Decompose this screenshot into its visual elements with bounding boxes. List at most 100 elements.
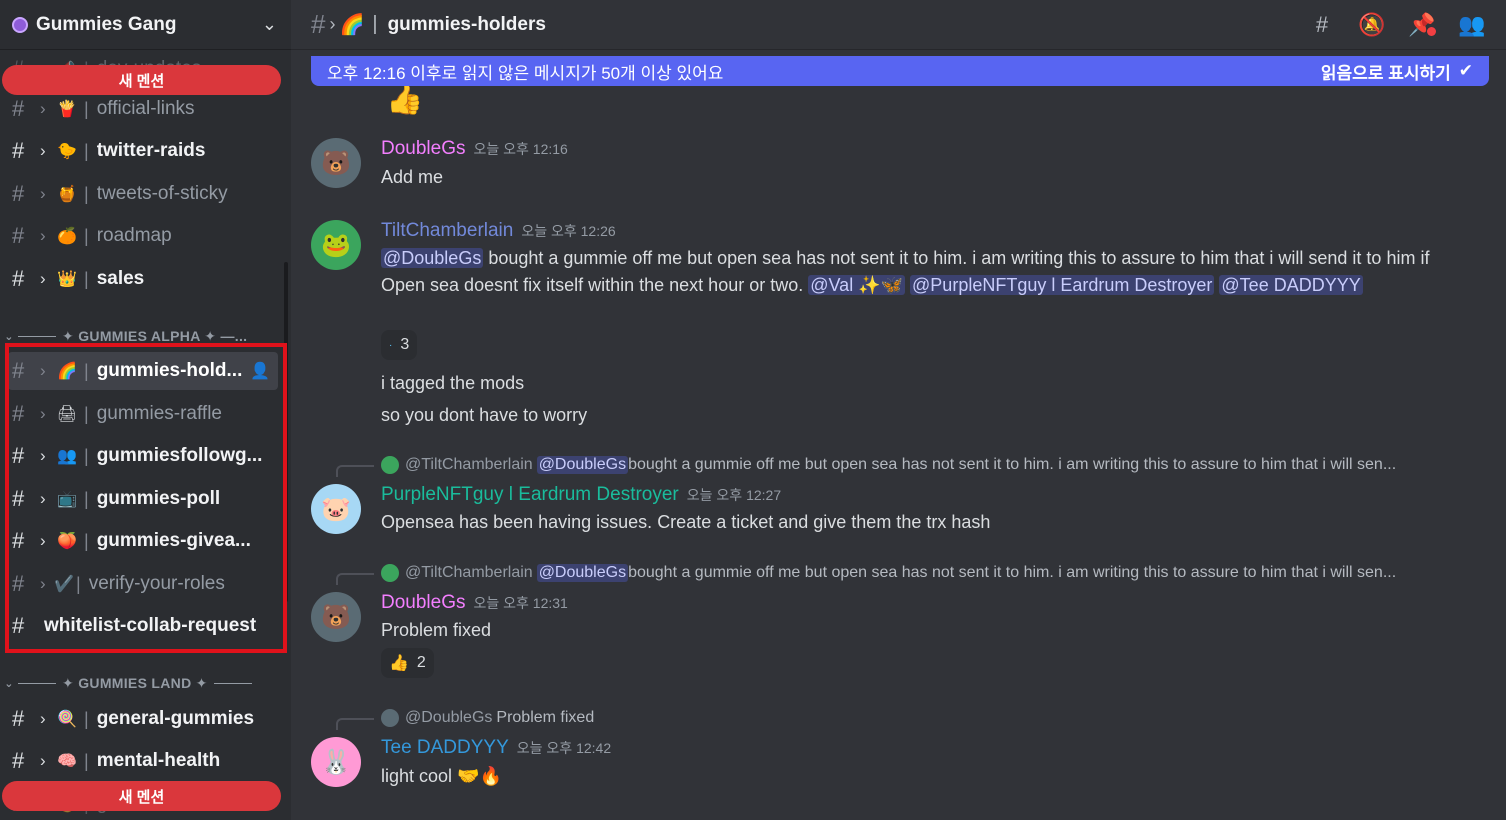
mark-read-icon: ✔ [1458,61,1473,80]
mute-bell-icon[interactable]: 🔕 [1358,11,1386,39]
channel-label: official-links [96,98,195,119]
reply-author[interactable]: @TiltChamberlain [405,564,533,582]
message-author[interactable]: Tee DADDYYY 오늘 오후 12:42 [381,737,611,759]
message-author[interactable]: DoubleGs 오늘 오후 12:16 [381,138,568,160]
channel-sales[interactable]: # › 👑 | sales [8,260,278,298]
channel-verify-your-roles[interactable]: # › ✔️ | verify-your-roles [8,565,278,603]
user-mention[interactable]: @DoubleGs [536,456,629,474]
channel-gummies-poll[interactable]: # › 📺 | gummies-poll [8,480,278,518]
message-text: @DoubleGs bought a gummie off me but ope… [381,245,1461,299]
hash-icon: # [12,443,25,468]
thread-arrow-icon: › [40,269,46,288]
add-member-icon[interactable]: 👤 [250,361,270,381]
reply-preview[interactable]: @TiltChamberlain @DoubleGs bought a gumm… [381,456,1396,474]
new-mentions-pill-top[interactable]: 새 멘션 [2,65,281,95]
user-mention[interactable]: @DoubleGs [381,248,484,268]
channel-gummies-giveaway[interactable]: # › 🍑 | gummies-givea... [8,522,278,560]
channel-mental-health[interactable]: # › 🧠 | mental-health [8,742,278,780]
pin-badge [1427,26,1436,36]
channel-gummies-raffle[interactable]: # › 🖨 | gummies-raffle [8,395,278,433]
thread-arrow-icon: › [40,574,46,593]
author-name[interactable]: DoubleGs [381,592,466,613]
author-name[interactable]: Tee DADDYYY [381,737,509,758]
thread-arrow-icon: › [40,184,46,203]
thread-arrow-icon: › [40,709,46,728]
user-mention[interactable]: @PurpleNFTguy l Eardrum Destroyer [910,275,1215,295]
reply-author[interactable]: @DoubleGs [405,709,492,727]
mark-as-read-button[interactable]: 읽음으로 표시하기 ✔ [1321,59,1473,84]
channel-official-links[interactable]: # › 🍟 | official-links [8,90,278,128]
user-mention[interactable]: @Val ✨🦋 [808,275,906,295]
channel-label: gummies-givea... [96,530,251,551]
chevron-down-icon[interactable]: ⌄ [262,14,277,35]
message-text: so you dont have to worry [381,405,588,425]
channel-gummiesfollowg[interactable]: # › 👥 | gummiesfollowg... [8,437,278,475]
message-author[interactable]: DoubleGs 오늘 오후 12:31 [381,592,568,614]
channel-tweets-of-sticky[interactable]: # › 🍯 | tweets-of-sticky [8,175,278,213]
reply-author[interactable]: @TiltChamberlain [405,456,533,474]
pin-icon[interactable]: 📌 [1408,11,1436,39]
reaction-chip[interactable]: · 3 [381,330,418,360]
category-gummies-land[interactable]: ⌄ ✦ GUMMIES LAND ✦ [0,671,291,695]
hash-icon: # [311,9,326,39]
hash-icon: # [12,571,25,596]
category-label: ✦ GUMMIES ALPHA ✦ —... [62,327,248,344]
message-author[interactable]: PurpleNFTguy l Eardrum Destroyer 오늘 오후 12… [381,484,781,506]
author-name[interactable]: DoubleGs [381,138,466,159]
channel-twitter-raids[interactable]: # › 🐤 | twitter-raids [8,132,278,170]
reply-preview[interactable]: @TiltChamberlain @DoubleGs bought a gumm… [381,564,1396,582]
category-caret-icon: ⌄ [4,677,14,690]
thread-arrow-icon: › [40,489,46,508]
reply-preview[interactable]: @DoubleGs Problem fixed [381,709,594,727]
reply-connector [336,573,374,585]
channel-gummies-holders[interactable]: # › 🌈 | gummies-hold... 👤 [8,352,278,390]
channel-emoji: 🌈 [57,363,77,380]
channel-label: verify-your-roles [88,573,225,594]
reply-avatar [381,564,399,582]
separator: | [84,360,89,381]
channel-emoji: 🧠 [57,753,77,770]
channel-roadmap[interactable]: # › 🍊 | roadmap [8,217,278,255]
author-name[interactable]: PurpleNFTguy l Eardrum Destroyer [381,484,679,505]
channel-label: sales [96,268,145,289]
threads-icon[interactable]: # [1308,11,1336,39]
message-text: Opensea has been having issues. Create a… [381,512,991,532]
avatar[interactable]: 🐻 [311,592,361,642]
message-author[interactable]: TiltChamberlain 오늘 오후 12:26 [381,220,616,242]
unread-banner[interactable]: 오후 12:16 이후로 읽지 않은 메시지가 50개 이상 있어요 읽음으로 … [311,56,1489,86]
hash-icon: # [12,748,25,773]
channel-whitelist-collab-request[interactable]: # whitelist-collab-request [8,607,278,645]
category-label: ✦ GUMMIES LAND ✦ [62,674,208,691]
reply-avatar [381,709,399,727]
user-mention[interactable]: @DoubleGs [536,564,629,582]
divider [18,335,56,337]
reaction-chip[interactable]: 👍 2 [381,648,434,678]
server-header[interactable]: Gummies Gang ⌄ [0,0,291,50]
new-mentions-pill-bottom[interactable]: 새 멘션 [2,781,281,811]
members-icon[interactable]: 👥 [1458,11,1486,39]
timestamp: 오늘 오후 12:16 [473,141,568,157]
category-gummies-alpha[interactable]: ⌄ ✦ GUMMIES ALPHA ✦ —... [0,324,291,348]
user-mention[interactable]: @Tee DADDYYY [1219,275,1363,295]
avatar[interactable]: 🐰 [311,737,361,787]
channel-general-gummies[interactable]: # › 🍭 | general-gummies [8,700,278,738]
toolbar: # 🔕 📌 👥 [1308,11,1486,39]
separator: | [372,13,378,35]
thread-arrow-icon: › [329,14,336,34]
message-text: i tagged the mods [381,373,525,393]
message-text: light cool 🤝🔥 [381,766,502,786]
avatar[interactable]: 🐷 [311,484,361,534]
channel-emoji: 🍭 [57,711,77,728]
thumbs-up-icon: 👍 [389,655,409,672]
author-name[interactable]: TiltChamberlain [381,220,513,241]
timestamp: 오늘 오후 12:26 [521,223,616,239]
avatar[interactable]: 🐻 [311,138,361,188]
separator: | [84,445,89,466]
separator: | [84,530,89,551]
avatar[interactable]: 🐸 [311,220,361,270]
sidebar-scrollbar[interactable] [284,262,288,602]
reply-connector [336,718,374,730]
channel-emoji: 🍯 [57,186,77,203]
channel-label: mental-health [96,750,221,771]
thread-arrow-icon: › [40,446,46,465]
